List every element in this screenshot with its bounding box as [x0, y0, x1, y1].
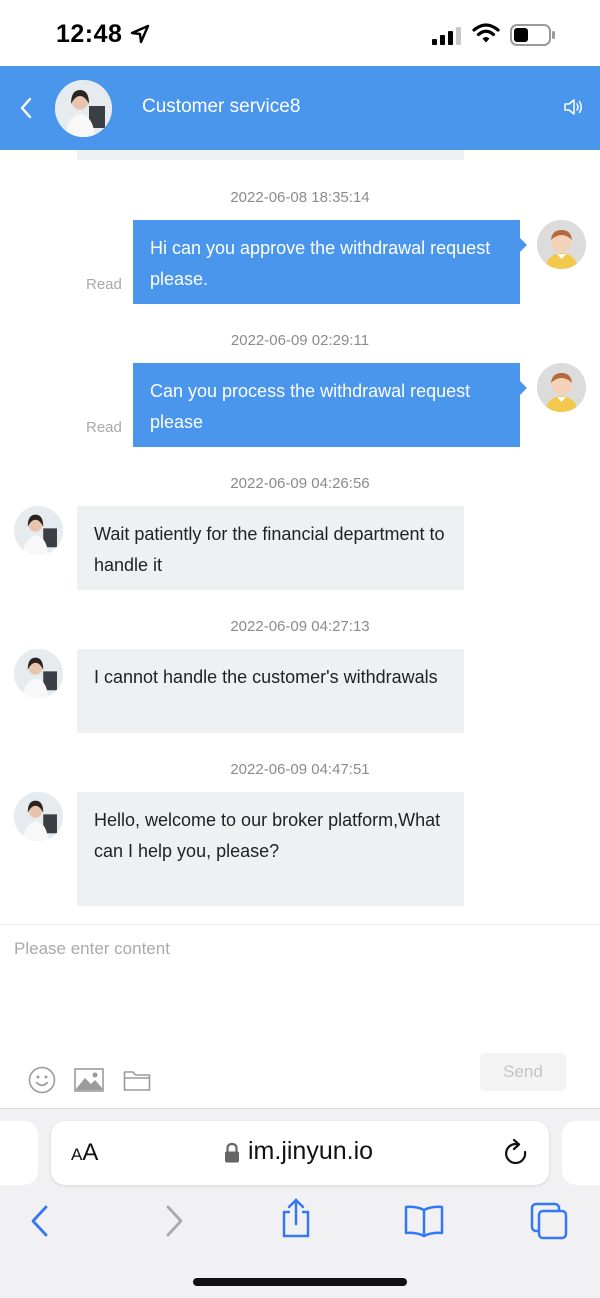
reload-icon[interactable]: [503, 1138, 531, 1168]
bookmarks-icon[interactable]: [404, 1204, 444, 1238]
message-text: Hi can you approve the withdrawal reques…: [150, 238, 491, 289]
browser-toolbar: [0, 1188, 600, 1298]
speaker-icon[interactable]: [562, 96, 584, 118]
message-timestamp: 2022-06-09 04:27:13: [230, 618, 370, 635]
browser-forward-icon[interactable]: [160, 1204, 186, 1238]
browser-back-icon[interactable]: [28, 1204, 54, 1238]
status-bar: 12:48: [0, 0, 600, 66]
message-timestamp: 2022-06-09 02:29:11: [230, 332, 370, 349]
url-field[interactable]: AA im.jinyun.io: [51, 1121, 549, 1185]
url-text: im.jinyun.io: [248, 1137, 374, 1165]
chat-history[interactable]: 2022-06-08 18:35:14 Read Hi can you appr…: [0, 150, 600, 924]
agent-avatar: [14, 649, 63, 698]
message-text: Can you process the withdrawal request p…: [150, 381, 471, 432]
home-indicator[interactable]: [193, 1278, 407, 1286]
message-timestamp: 2022-06-09 04:47:51: [230, 761, 370, 778]
agent-avatar: [14, 506, 63, 555]
message-timestamp: 2022-06-08 18:35:14: [230, 189, 370, 206]
lock-icon: [225, 1142, 239, 1163]
share-icon[interactable]: [280, 1198, 312, 1238]
tabs-icon[interactable]: [530, 1202, 568, 1240]
message-text: Wait patiently for the financial departm…: [94, 524, 445, 575]
wifi-icon: [472, 23, 500, 43]
send-button[interactable]: Send: [480, 1053, 566, 1091]
emoji-icon[interactable]: [28, 1066, 56, 1094]
message-composer: Send: [0, 924, 600, 1109]
received-message-bubble[interactable]: I cannot handle the customer's withdrawa…: [77, 649, 464, 733]
message-text: Hello, welcome to our broker platform,Wh…: [94, 810, 441, 861]
back-chevron-icon[interactable]: [14, 94, 38, 122]
location-arrow-icon: [130, 24, 150, 44]
cellular-signal-icon: [432, 27, 461, 45]
received-message-bubble[interactable]: Hello, welcome to our broker platform,Wh…: [77, 792, 464, 906]
reader-settings-button[interactable]: AA: [71, 1139, 98, 1167]
previous-tab-preview[interactable]: [0, 1121, 38, 1185]
read-receipt: Read: [86, 276, 122, 293]
next-tab-preview[interactable]: [562, 1121, 600, 1185]
message-text: I cannot handle the customer's withdrawa…: [94, 667, 438, 687]
sent-message-bubble[interactable]: Hi can you approve the withdrawal reques…: [133, 220, 527, 304]
image-icon[interactable]: [74, 1068, 104, 1092]
agent-avatar: [55, 80, 112, 137]
browser-address-bar: AA im.jinyun.io: [0, 1108, 600, 1188]
user-avatar: [537, 363, 586, 412]
message-timestamp: 2022-06-09 04:26:56: [230, 475, 370, 492]
battery-icon: [510, 24, 555, 46]
folder-icon[interactable]: [123, 1068, 151, 1092]
status-time: 12:48: [56, 20, 123, 48]
received-message-bubble[interactable]: Wait patiently for the financial departm…: [77, 506, 464, 590]
sent-message-bubble[interactable]: Can you process the withdrawal request p…: [133, 363, 527, 447]
agent-avatar: [14, 792, 63, 841]
chat-title: Customer service8: [142, 96, 301, 117]
message-input[interactable]: [14, 939, 574, 1049]
chat-header: Customer service8: [0, 66, 600, 150]
read-receipt: Read: [86, 419, 122, 436]
user-avatar: [537, 220, 586, 269]
previous-message-stub: [77, 150, 464, 160]
